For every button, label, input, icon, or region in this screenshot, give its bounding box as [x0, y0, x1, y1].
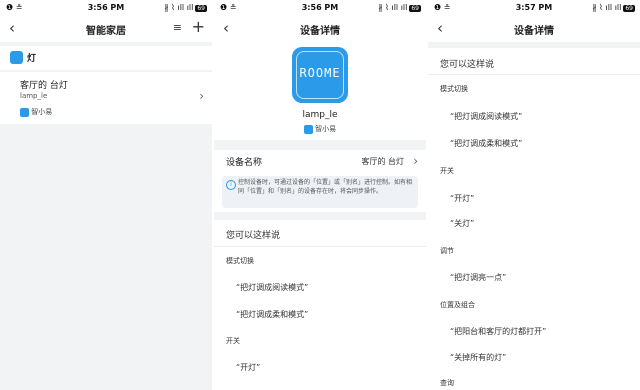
xiaoyi-icon — [20, 107, 29, 117]
device-name: 客厅的 台灯 — [20, 81, 68, 91]
status-icons: ∦ ⌇ ıll ıll 69 — [378, 3, 421, 12]
chevron-right-icon: › — [199, 89, 204, 103]
device-id: lamp_le — [20, 92, 48, 100]
add-icon[interactable]: + — [192, 17, 205, 36]
device-name-label: 设备名称 — [226, 158, 263, 168]
status-bar: ❶ ≗ 3:56 PM ∦ ⌇ ıll ıll 69 — [0, 0, 212, 16]
phrase-item: “开灯” — [236, 363, 261, 372]
device-detail-phrases-screen: ❶ ≗ 3:57 PM ∦ ⌇ ıll ıll 69 ‹ 设备详情 您可以这样说 … — [428, 0, 640, 390]
phrase-item: “把阳台和客厅的灯都打开” — [450, 327, 547, 336]
phrase-item: “关灯” — [450, 219, 475, 228]
device-group-header: 灯 — [0, 46, 212, 70]
signal-icons: ∦ ⌇ ıll ıll — [378, 3, 408, 12]
list-icon[interactable]: ≡ — [173, 21, 182, 34]
roome-logo: ROOME — [292, 47, 348, 103]
device-card[interactable]: 客厅的 台灯 lamp_le 智小易 › — [0, 72, 212, 124]
phrase-category: 开关 — [226, 337, 240, 345]
battery-icon: 69 — [409, 5, 421, 12]
phrase-category: 查询 — [440, 379, 454, 387]
status-icons: ∦ ⌇ ıll ıll 69 — [164, 3, 207, 12]
phrases-title: 您可以这样说 — [226, 231, 281, 241]
device-via: 智小易 — [214, 124, 426, 134]
phrase-item: “把灯调亮一点” — [450, 273, 507, 282]
info-icon: i — [226, 180, 236, 190]
phrase-item: “把灯调成阅读模式” — [236, 283, 309, 292]
status-bar: ❶ ≗ 3:56 PM ∦ ⌇ ıll ıll 69 — [214, 0, 426, 16]
nav-bar: ‹ 智能家居 ≡ + — [0, 16, 212, 42]
device-header: ROOME lamp_le 智小易 — [214, 42, 426, 140]
phrase-category: 模式切换 — [226, 257, 254, 265]
nav-bar: ‹ 设备详情 — [428, 16, 640, 42]
status-icons: ∦ ⌇ ıll ıll 69 — [592, 3, 635, 12]
info-text: 控制设备时，可通过设备的「位置」或「别名」进行控制。如有相同「位置」和「别名」的… — [238, 179, 413, 195]
signal-icons: ∦ ⌇ ıll ıll — [164, 3, 194, 12]
group-label: 灯 — [27, 54, 37, 64]
phrase-category: 模式切换 — [440, 85, 468, 93]
divider — [214, 212, 426, 220]
device-name: lamp_le — [302, 110, 338, 120]
device-via: 智小易 — [20, 107, 52, 117]
lamp-group-icon — [10, 51, 23, 64]
battery-icon: 69 — [195, 5, 207, 12]
divider — [214, 140, 426, 150]
divider — [428, 42, 640, 48]
nav-bar: ‹ 设备详情 — [214, 16, 426, 42]
status-bar: ❶ ≗ 3:57 PM ∦ ⌇ ıll ıll 69 — [428, 0, 640, 16]
phrases-title: 您可以这样说 — [440, 60, 495, 70]
via-label: 智小易 — [315, 125, 337, 133]
logo-text: ROOME — [299, 66, 341, 80]
device-name-value: 客厅的 台灯 — [361, 157, 404, 166]
page-title: 设备详情 — [514, 26, 554, 37]
page-title: 设备详情 — [300, 26, 340, 37]
phrase-item: “把灯调成柔和模式” — [236, 310, 309, 319]
battery-icon: 69 — [623, 5, 635, 12]
phrase-category: 位置及组合 — [440, 301, 475, 309]
phrase-category: 调节 — [440, 247, 454, 255]
info-notice: i 控制设备时，可通过设备的「位置」或「别名」进行控制。如有相同「位置」和「别名… — [222, 176, 418, 208]
phrase-item: “关掉所有的灯” — [450, 353, 507, 362]
phrase-item: “把灯调成柔和模式” — [450, 139, 523, 148]
home-screen: ❶ ≗ 3:56 PM ∦ ⌇ ıll ıll 69 ‹ 智能家居 ≡ + 灯 客… — [0, 0, 212, 390]
device-name-row[interactable]: 设备名称 客厅的 台灯 › — [214, 150, 426, 172]
xiaoyi-icon — [303, 124, 313, 134]
divider-line — [214, 246, 426, 247]
divider-line — [428, 74, 640, 75]
device-detail-screen: ❶ ≗ 3:56 PM ∦ ⌇ ıll ıll 69 ‹ 设备详情 ROOME l… — [214, 0, 426, 390]
chevron-right-icon: › — [413, 154, 418, 168]
signal-icons: ∦ ⌇ ıll ıll — [592, 3, 622, 12]
via-label: 智小易 — [31, 108, 53, 116]
phrase-item: “开灯” — [450, 194, 475, 203]
phrase-category: 开关 — [440, 167, 454, 175]
phrase-item: “把灯调成阅读模式” — [450, 112, 523, 121]
